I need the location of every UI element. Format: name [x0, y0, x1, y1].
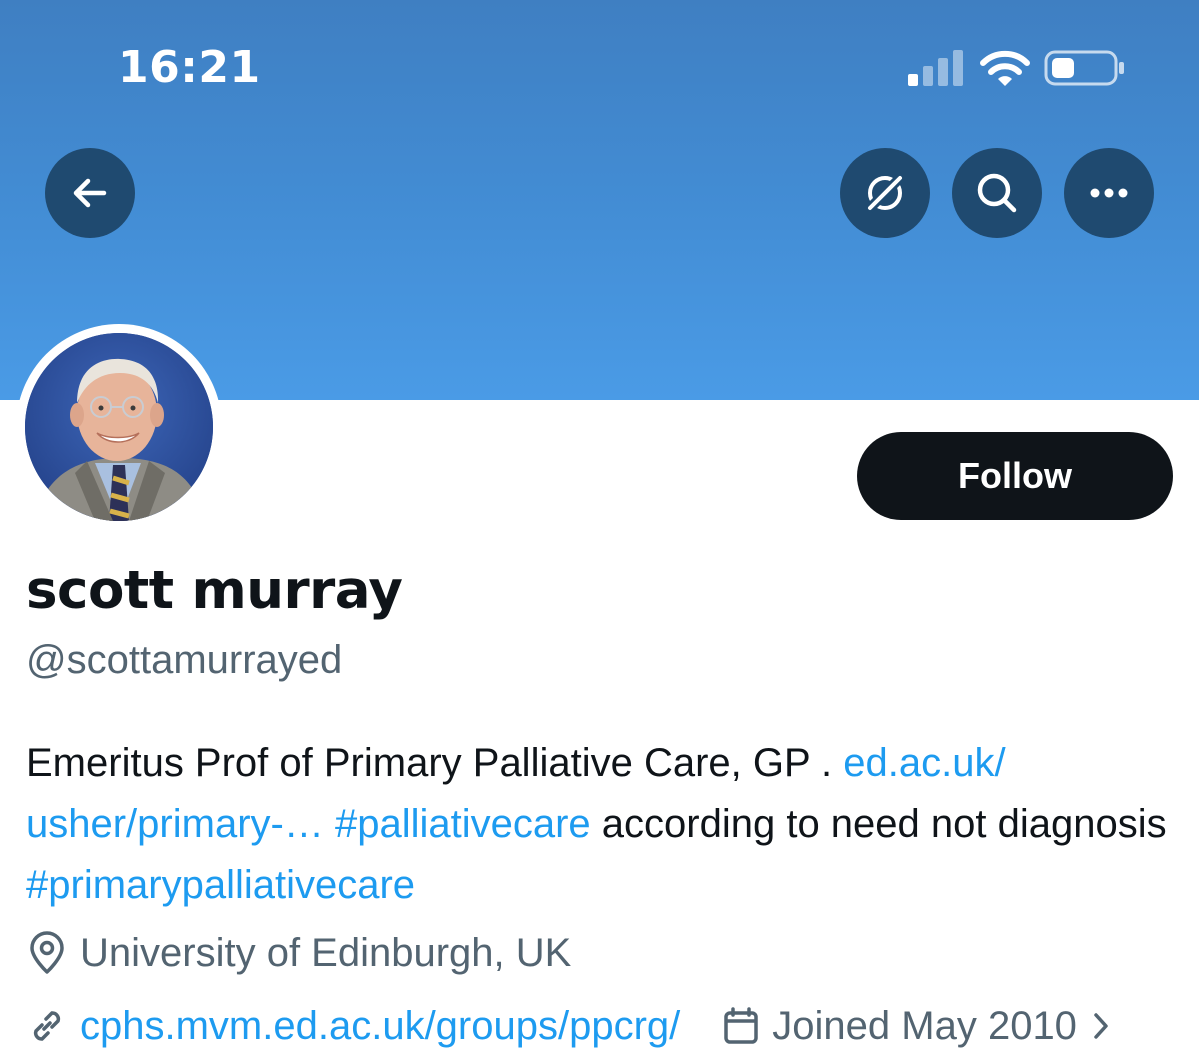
grok-icon: [865, 173, 905, 213]
status-bar: 16:21: [0, 0, 1199, 130]
back-button[interactable]: [45, 148, 135, 238]
profile-bio: Emeritus Prof of Primary Palliative Care…: [26, 733, 1176, 916]
grok-button[interactable]: [840, 148, 930, 238]
status-time: 16:21: [118, 42, 261, 93]
website-link[interactable]: cphs.mvm.ed.ac.uk/groups/ppcrg/: [80, 1004, 680, 1049]
joined-text: Joined May 2010: [772, 1003, 1077, 1048]
wifi-icon: [980, 50, 1030, 86]
location-text: University of Edinburgh, UK: [80, 930, 572, 975]
battery-icon: [1044, 50, 1124, 86]
follow-button[interactable]: Follow: [857, 432, 1173, 520]
hashtag-palliativecare[interactable]: #palliativecare: [335, 802, 591, 846]
joined-date[interactable]: Joined May 2010: [722, 1004, 1111, 1049]
more-button[interactable]: [1064, 148, 1154, 238]
hashtag-primarypalliativecare[interactable]: #primarypalliativecare: [26, 863, 415, 907]
search-icon: [977, 173, 1017, 213]
user-handle: @scottamurrayed: [26, 638, 343, 682]
location-row: University of Edinburgh, UK: [26, 925, 571, 981]
bio-text-2: according to need not diagnosis: [590, 802, 1167, 846]
more-horizontal-icon: [1090, 188, 1128, 198]
search-button[interactable]: [952, 148, 1042, 238]
avatar[interactable]: [25, 333, 213, 521]
avatar-portrait: [25, 333, 213, 521]
chevron-right-icon: [1094, 1013, 1108, 1039]
bio-text: Emeritus Prof of Primary Palliative Care…: [26, 741, 844, 785]
cellular-signal-icon: [908, 50, 963, 86]
arrow-left-icon: [73, 178, 107, 208]
location-pin-icon: [30, 931, 64, 974]
website-row: cphs.mvm.ed.ac.uk/groups/ppcrg/ Joined M…: [26, 998, 1111, 1054]
calendar-icon: [724, 1007, 759, 1044]
link-icon: [33, 1011, 61, 1041]
display-name: scott murray: [26, 560, 403, 621]
